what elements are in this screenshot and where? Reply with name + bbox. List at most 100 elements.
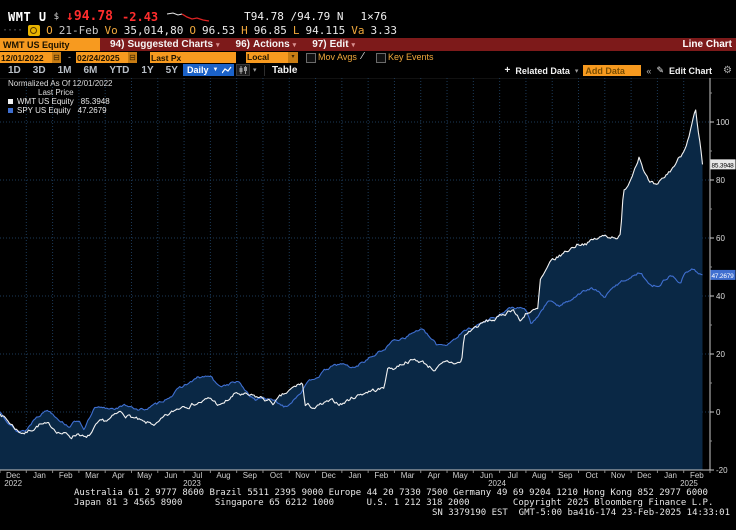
drag-handle-icon: ···· <box>2 25 22 36</box>
sparkline-icon <box>165 10 211 23</box>
range-tab-1m[interactable]: 1M <box>58 65 72 76</box>
x-month-label: Jan <box>349 471 362 480</box>
chevron-down-icon[interactable]: ▾ <box>575 67 579 75</box>
y-tick-label: 80 <box>716 176 725 185</box>
period-dropdown[interactable]: Daily ▼ <box>183 64 222 76</box>
x-month-label: Jun <box>164 471 177 480</box>
edit-chart-button[interactable]: Edit Chart <box>669 66 712 76</box>
quote-header: WMT U $ ↓94.78 -2.43 T94.78 /94.79 N 1×7… <box>0 0 736 38</box>
x-month-label: Jan <box>664 471 677 480</box>
chart-type-caret-icon[interactable]: ▾ <box>253 66 257 74</box>
price-chart[interactable]: 100806040200-20DecJanFebMarAprMayJunJulA… <box>0 78 736 488</box>
candle-chart-icon <box>239 66 248 74</box>
date-range-dash: - <box>68 52 71 62</box>
separator <box>264 65 265 76</box>
x-month-label: Feb <box>374 471 388 480</box>
period-label: Daily <box>187 65 209 75</box>
calendar-icon[interactable]: ⊟ <box>128 52 137 63</box>
volume-label: Vo <box>104 24 117 37</box>
chart-area[interactable]: 100806040200-20DecJanFebMarAprMayJunJulA… <box>0 78 736 488</box>
range-tab-1d[interactable]: 1D <box>8 65 21 76</box>
chart-type-label: Line Chart <box>683 39 732 50</box>
mov-avgs-checkbox[interactable] <box>306 53 316 63</box>
footer: Australia 61 2 9777 8600 Brazil 5511 239… <box>0 487 736 530</box>
x-month-label: Feb <box>59 471 73 480</box>
line-chart-icon <box>222 66 232 74</box>
x-month-label: Oct <box>585 471 598 480</box>
high-label: H <box>241 24 248 37</box>
x-month-label: Sep <box>243 471 258 480</box>
related-data-button[interactable]: Related Data <box>515 66 570 76</box>
x-month-label: Nov <box>295 471 309 480</box>
date-from-input[interactable] <box>0 52 52 63</box>
caret-down-icon: ▼ <box>213 67 219 73</box>
open-value: 96.53 <box>202 24 235 37</box>
x-month-label: Dec <box>637 471 651 480</box>
tabbar-right-group: + Related Data ▾ « ✎ Edit Chart <box>505 64 712 77</box>
low-value: 94.115 <box>305 24 345 37</box>
add-data-input[interactable] <box>583 65 641 76</box>
security-input[interactable] <box>0 38 100 51</box>
session-date-label: O <box>46 24 53 37</box>
field-input[interactable] <box>150 52 236 63</box>
bloomberg-terminal: WMT U $ ↓94.78 -2.43 T94.78 /94.79 N 1×7… <box>0 0 736 530</box>
open-label: O <box>189 24 196 37</box>
legend-swatch <box>8 99 13 104</box>
currency-flag: $ <box>54 12 59 22</box>
price-badge-value: 85.3948 <box>712 162 735 169</box>
footer-phone-line: Japan 81 3 4565 8900 Singapore 65 6212 1… <box>74 498 713 508</box>
edit-pencil-icon: ✎ <box>656 65 664 76</box>
last-price: ↓94.78 <box>66 9 113 24</box>
range-tabs: 1D3D1M6MYTD1Y5YMax <box>8 65 209 76</box>
gear-icon[interactable]: ⚙ <box>723 65 732 76</box>
key-events-checkbox[interactable] <box>376 53 386 63</box>
date-to-input[interactable] <box>76 52 128 63</box>
legend-series-value: 47.2679 <box>78 107 107 116</box>
x-month-label: Aug <box>216 471 230 480</box>
key-events-label: Key Events <box>388 52 434 62</box>
range-tab-5y[interactable]: 5Y <box>166 65 178 76</box>
range-tab-3d[interactable]: 3D <box>33 65 46 76</box>
price-badge-value: 47.2679 <box>712 273 735 280</box>
legend-series-name: SPY US Equity <box>17 107 71 116</box>
calendar-icon[interactable]: ⊟ <box>52 52 61 63</box>
high-value: 96.85 <box>254 24 287 37</box>
y-tick-label: -20 <box>716 466 728 475</box>
menu-item-edit[interactable]: 97)Edit▾ <box>312 39 355 50</box>
x-month-label: Apr <box>428 471 441 480</box>
x-month-label: Dec <box>322 471 336 480</box>
legend-item: SPY US Equity 47.2679 <box>8 107 113 116</box>
price-change: -2.43 <box>122 10 158 24</box>
x-month-label: Sep <box>558 471 573 480</box>
x-month-label: Aug <box>532 471 546 480</box>
mov-avgs-label: Mov Avgs <box>318 52 357 62</box>
chart-legend: Normalized As Of 12/01/2022 Last Price W… <box>8 80 113 115</box>
x-month-label: Apr <box>112 471 125 480</box>
line-chart-type-button[interactable] <box>220 64 234 76</box>
y-tick-label: 100 <box>716 118 730 127</box>
chevron-down-icon[interactable]: ▾ <box>288 52 298 63</box>
legend-item: WMT US Equity85.3948 <box>8 98 113 107</box>
collapse-icon[interactable]: « <box>646 66 651 76</box>
candle-chart-type-button[interactable] <box>236 64 250 76</box>
range-tab-ytd[interactable]: YTD <box>109 65 129 76</box>
table-button[interactable]: Table <box>272 65 297 76</box>
low-label: L <box>293 24 300 37</box>
currency-select[interactable]: Local CCY <box>246 52 288 63</box>
bid-ask-quote: T94.78 /94.79 N <box>244 10 343 23</box>
y-tick-label: 0 <box>716 408 721 417</box>
range-tab-1y[interactable]: 1Y <box>141 65 153 76</box>
chart-settings-toolbar: ⊟ - ⊟ Local CCY ▾ Mov Avgs ∕ Key Events <box>0 51 736 64</box>
volume-value: 35,014,80 <box>124 24 184 37</box>
value-traded-label: Va <box>351 24 364 37</box>
menu-item-suggested-charts[interactable]: 94)Suggested Charts▾ <box>110 39 220 50</box>
quote-row-1: WMT U $ ↓94.78 -2.43 T94.78 /94.79 N 1×7… <box>8 9 387 24</box>
menu-item-actions[interactable]: 96)Actions▾ <box>236 39 297 50</box>
quote-size: 1×76 <box>360 10 387 23</box>
y-tick-label: 40 <box>716 292 725 301</box>
legend-swatch <box>8 108 13 113</box>
y-tick-label: 60 <box>716 234 725 243</box>
alert-icon[interactable] <box>28 25 40 36</box>
chart-tabbar: 1D3D1M6MYTD1Y5YMax Daily ▼ ▾ Table + Rel… <box>0 64 736 79</box>
range-tab-6m[interactable]: 6M <box>84 65 98 76</box>
